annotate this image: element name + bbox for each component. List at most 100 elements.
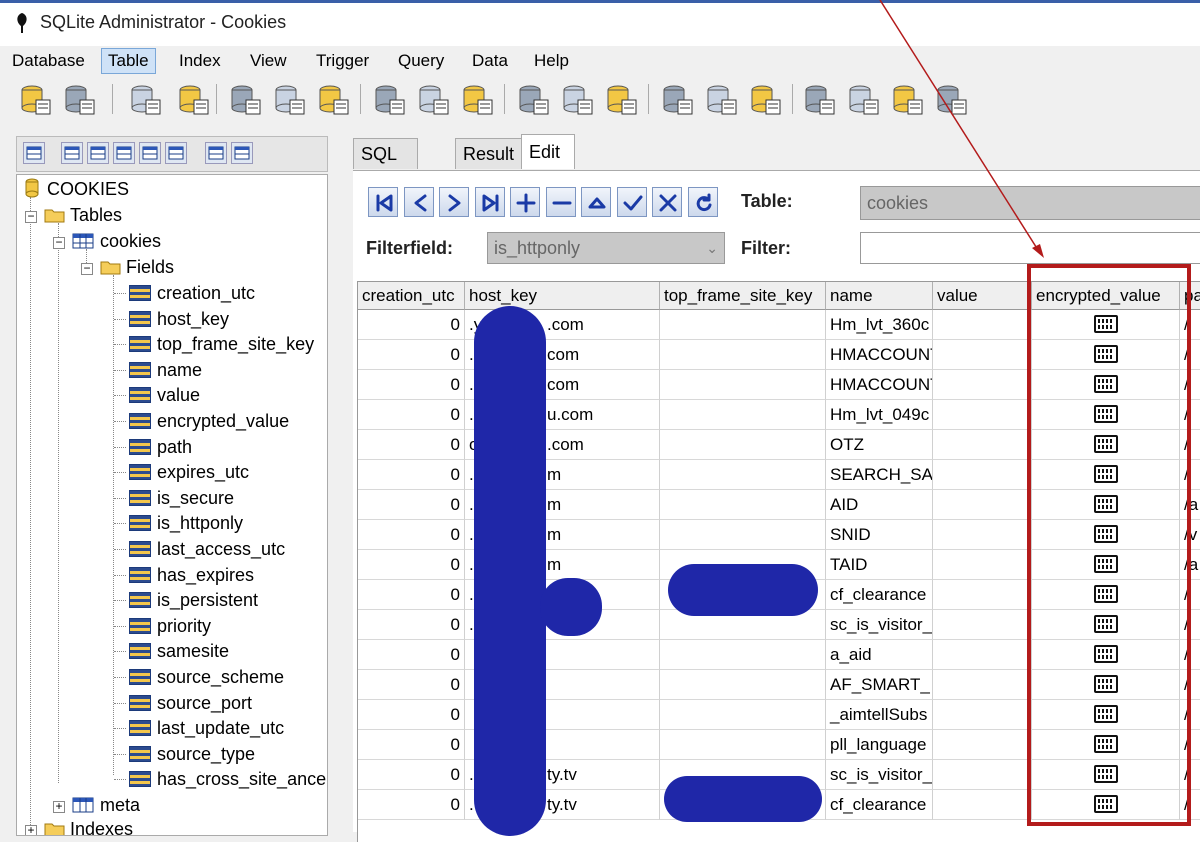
- cell-top-frame-site-key[interactable]: [660, 310, 826, 340]
- cell-name[interactable]: cf_clearance: [826, 790, 933, 820]
- cell-top-frame-site-key[interactable]: [660, 730, 826, 760]
- collapse-icon[interactable]: −: [25, 210, 37, 223]
- menu-view[interactable]: View: [244, 49, 293, 73]
- edit-table-icon[interactable]: [272, 82, 306, 116]
- insert-record-icon[interactable]: [510, 187, 540, 217]
- cell-value[interactable]: [933, 580, 1032, 610]
- cell-creation-utc[interactable]: 0: [358, 790, 465, 820]
- cell-creation-utc[interactable]: 0: [358, 430, 465, 460]
- trigger-view-icon[interactable]: [165, 142, 187, 164]
- cell-name[interactable]: SNID: [826, 520, 933, 550]
- open-database-icon[interactable]: [62, 82, 96, 116]
- menu-trigger[interactable]: Trigger: [310, 49, 375, 73]
- tree-field-item[interactable]: value: [129, 383, 200, 407]
- prior-record-icon[interactable]: [403, 187, 434, 217]
- create-trigger-icon[interactable]: [660, 82, 694, 116]
- new-database-icon[interactable]: [18, 82, 52, 116]
- cell-name[interactable]: Hm_lvt_360c: [826, 310, 933, 340]
- collapse-icon[interactable]: −: [81, 262, 93, 275]
- delete-table-icon[interactable]: [316, 82, 350, 116]
- cell-creation-utc[interactable]: 0: [358, 580, 465, 610]
- delete-record-icon[interactable]: [545, 187, 576, 217]
- cell-name[interactable]: AID: [826, 490, 933, 520]
- cell-value[interactable]: [933, 550, 1032, 580]
- create-view-icon[interactable]: [516, 82, 550, 116]
- menu-data[interactable]: Data: [466, 49, 514, 73]
- cell-creation-utc[interactable]: 0: [358, 340, 465, 370]
- cell-creation-utc[interactable]: 0: [358, 550, 465, 580]
- refresh-data-icon[interactable]: [687, 187, 718, 217]
- tree-node-cookies-table[interactable]: − cookies: [53, 229, 161, 253]
- tree-field-item[interactable]: is_persistent: [129, 588, 258, 612]
- cell-name[interactable]: HMACCOUNT: [826, 370, 933, 400]
- tree-field-item[interactable]: priority: [129, 614, 211, 638]
- cell-top-frame-site-key[interactable]: [660, 460, 826, 490]
- edit-record-icon[interactable]: [581, 187, 611, 217]
- cell-name[interactable]: pll_language: [826, 730, 933, 760]
- menu-table[interactable]: Table: [101, 48, 156, 74]
- last-record-icon[interactable]: [474, 187, 505, 217]
- cell-creation-utc[interactable]: 0: [358, 520, 465, 550]
- export-icon[interactable]: [802, 82, 836, 116]
- tree-field-item[interactable]: samesite: [129, 639, 229, 663]
- cell-top-frame-site-key[interactable]: [660, 490, 826, 520]
- column-header-top-frame-site-key[interactable]: top_frame_site_key: [660, 282, 826, 310]
- detail-view-icon[interactable]: [113, 142, 135, 164]
- next-record-icon[interactable]: [439, 187, 469, 217]
- cell-top-frame-site-key[interactable]: [660, 700, 826, 730]
- tree-node-fields[interactable]: − Fields: [81, 255, 174, 279]
- run-icon[interactable]: [934, 82, 968, 116]
- cell-name[interactable]: sc_is_visitor_: [826, 760, 933, 790]
- table-name-field[interactable]: cookies: [860, 186, 1200, 220]
- delete-trigger-icon[interactable]: [748, 82, 782, 116]
- cell-creation-utc[interactable]: 0: [358, 460, 465, 490]
- create-table-icon[interactable]: [228, 82, 262, 116]
- cell-value[interactable]: [933, 340, 1032, 370]
- collapse-icon[interactable]: −: [53, 236, 65, 249]
- delete-index-icon[interactable]: [460, 82, 494, 116]
- cell-creation-utc[interactable]: 0: [358, 760, 465, 790]
- tree-field-item[interactable]: last_update_utc: [129, 716, 284, 740]
- cancel-edit-icon[interactable]: [652, 187, 682, 217]
- cell-creation-utc[interactable]: 0: [358, 640, 465, 670]
- tree-field-item[interactable]: source_scheme: [129, 665, 284, 689]
- create-index-icon[interactable]: [372, 82, 406, 116]
- cell-top-frame-site-key[interactable]: [660, 640, 826, 670]
- cell-top-frame-site-key[interactable]: [660, 370, 826, 400]
- cell-value[interactable]: [933, 640, 1032, 670]
- tree-field-item[interactable]: creation_utc: [129, 281, 255, 305]
- tree-field-item[interactable]: is_httponly: [129, 511, 243, 535]
- save-icon[interactable]: [231, 142, 253, 164]
- cell-creation-utc[interactable]: 0: [358, 700, 465, 730]
- delete-database-icon[interactable]: [176, 82, 210, 116]
- column-header-creation-utc[interactable]: creation_utc: [358, 282, 465, 310]
- tree-field-item[interactable]: path: [129, 435, 192, 459]
- cell-creation-utc[interactable]: 0: [358, 400, 465, 430]
- cell-name[interactable]: TAID: [826, 550, 933, 580]
- edit-trigger-icon[interactable]: [704, 82, 738, 116]
- cell-name[interactable]: _aimtellSubs: [826, 700, 933, 730]
- menu-help[interactable]: Help: [528, 49, 575, 73]
- expand-icon[interactable]: +: [53, 800, 65, 813]
- refresh-icon[interactable]: [128, 82, 162, 116]
- menu-query[interactable]: Query: [392, 49, 450, 73]
- import-icon[interactable]: [846, 82, 880, 116]
- column-header-name[interactable]: name: [826, 282, 933, 310]
- tree-field-item[interactable]: has_expires: [129, 563, 254, 587]
- tree-field-item[interactable]: source_type: [129, 742, 255, 766]
- list-view-icon[interactable]: [87, 142, 109, 164]
- settings-icon[interactable]: [890, 82, 924, 116]
- tree-field-item[interactable]: has_cross_site_ance: [129, 767, 326, 791]
- tree-node-indexes[interactable]: + Indexes: [25, 817, 133, 835]
- tree-field-item[interactable]: last_access_utc: [129, 537, 285, 561]
- cell-top-frame-site-key[interactable]: [660, 520, 826, 550]
- column-header-value[interactable]: value: [933, 282, 1032, 310]
- cell-top-frame-site-key[interactable]: [660, 430, 826, 460]
- tree-field-item[interactable]: source_port: [129, 691, 252, 715]
- edit-view-icon[interactable]: [560, 82, 594, 116]
- cell-value[interactable]: [933, 670, 1032, 700]
- tab-result[interactable]: Result: [455, 138, 523, 169]
- cell-value[interactable]: [933, 760, 1032, 790]
- cell-name[interactable]: cf_clearance: [826, 580, 933, 610]
- cell-value[interactable]: [933, 370, 1032, 400]
